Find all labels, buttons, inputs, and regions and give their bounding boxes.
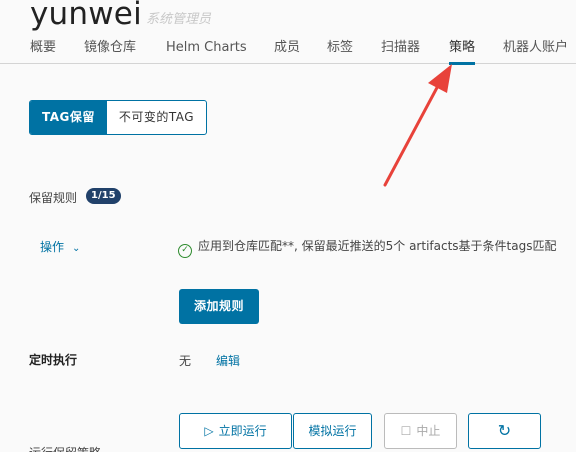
refresh-button[interactable]: ↻: [468, 413, 541, 449]
tab-summary[interactable]: 概要: [30, 38, 56, 64]
retention-rule-item: ✓ 应用到仓库匹配**, 保留最近推送的5个 artifacts基于条件tags匹…: [178, 237, 556, 258]
rule-action-label: 操作: [40, 240, 65, 254]
stop-icon: ☐: [400, 424, 412, 438]
run-now-button[interactable]: ▷ 立即运行: [179, 413, 292, 449]
tab-robot-accounts[interactable]: 机器人账户: [503, 38, 568, 64]
check-circle-icon: ✓: [178, 244, 192, 258]
dry-run-label: 模拟运行: [308, 424, 357, 438]
add-rule-button[interactable]: 添加规则: [179, 289, 259, 324]
abort-label: 中止: [416, 424, 441, 438]
immutable-tag-button[interactable]: 不可变的TAG: [107, 101, 206, 134]
tab-members[interactable]: 成员: [274, 38, 300, 64]
dry-run-button[interactable]: 模拟运行: [293, 413, 372, 449]
policy-type-toggle: TAG保留 不可变的TAG: [29, 100, 208, 135]
tab-policy[interactable]: 策略: [449, 38, 476, 65]
tab-repositories[interactable]: 镜像仓库: [84, 38, 136, 64]
project-role: 系统管理员: [146, 12, 212, 27]
schedule-label: 定时执行: [29, 353, 78, 367]
refresh-icon: ↻: [497, 421, 512, 440]
play-icon: ▷: [204, 424, 214, 438]
schedule-edit-link[interactable]: 编辑: [216, 352, 240, 369]
annotation-arrow-icon: [383, 64, 452, 187]
retention-rules-label: 保留规则: [29, 191, 78, 205]
schedule-value: 无: [179, 354, 192, 368]
rule-action-dropdown[interactable]: 操作 ⌄: [40, 238, 80, 255]
project-name: yunwei: [30, 0, 142, 32]
retention-rule-text: 应用到仓库匹配**, 保留最近推送的5个 artifacts基于条件tags匹配: [198, 239, 557, 253]
tab-labels[interactable]: 标签: [327, 38, 353, 64]
chevron-down-icon: ⌄: [72, 243, 81, 254]
project-tabs: 概要 镜像仓库 Helm Charts 成员 标签 扫描器 策略 机器人账户: [0, 38, 576, 65]
rules-count-badge: 1/15: [86, 188, 121, 204]
run-now-label: 立即运行: [218, 424, 267, 438]
tab-scanners[interactable]: 扫描器: [381, 38, 420, 64]
retention-history-label: 运行保留策略: [29, 444, 101, 452]
tab-helm-charts[interactable]: Helm Charts: [166, 38, 247, 64]
tag-retention-button[interactable]: TAG保留: [30, 101, 107, 134]
abort-button[interactable]: ☐ 中止: [384, 413, 457, 449]
